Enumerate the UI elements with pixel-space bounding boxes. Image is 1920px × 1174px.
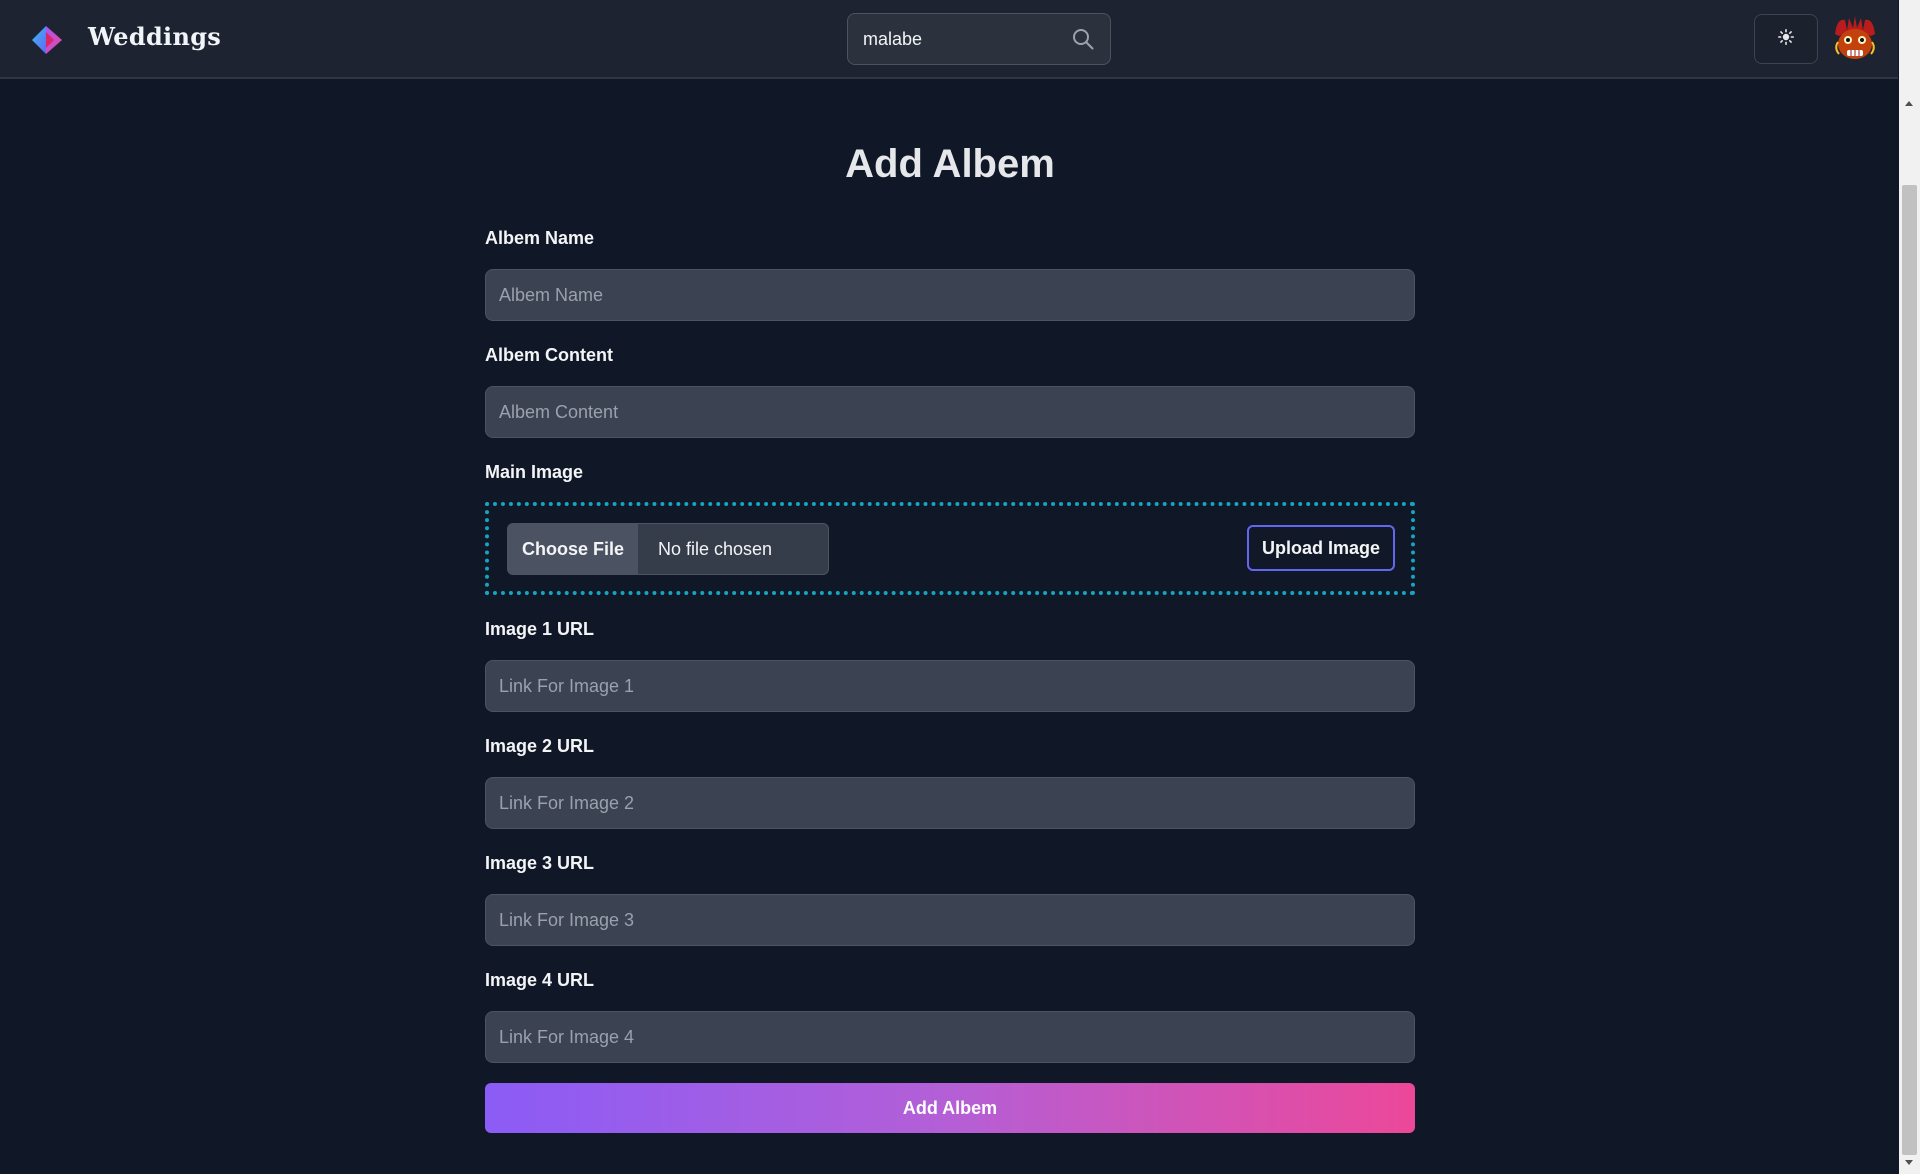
upload-image-button[interactable]: Upload Image xyxy=(1247,525,1395,571)
albem-content-label: Albem Content xyxy=(485,345,613,365)
search-input[interactable] xyxy=(849,15,1059,63)
albem-name-label: Albem Name xyxy=(485,228,595,248)
top-navbar: Weddings xyxy=(0,0,1898,79)
image-3-url-label: Image 3 URL xyxy=(485,853,595,873)
file-status-text: No file chosen xyxy=(658,538,773,559)
image-1-url-input[interactable] xyxy=(485,660,1415,712)
search-box[interactable] xyxy=(847,13,1111,65)
page-title: Add Albem xyxy=(845,142,1055,186)
file-picker[interactable]: Choose File No file chosen xyxy=(507,523,829,575)
scrollbar-thumb[interactable] xyxy=(1902,185,1917,1155)
image-2-url-label: Image 2 URL xyxy=(485,736,595,756)
page-scrollbar[interactable] xyxy=(1899,0,1920,1174)
main-image-upload-zone: Choose File No file chosen Upload Image xyxy=(485,502,1415,595)
add-albem-button[interactable]: Add Albem xyxy=(485,1083,1415,1133)
image-2-url-input[interactable] xyxy=(485,777,1415,829)
albem-content-input[interactable] xyxy=(485,386,1415,438)
albem-name-input[interactable] xyxy=(485,269,1415,321)
search-icon[interactable] xyxy=(1072,28,1094,50)
image-1-url-label: Image 1 URL xyxy=(485,619,595,639)
image-4-url-input[interactable] xyxy=(485,1011,1415,1063)
main-image-label: Main Image xyxy=(485,462,584,482)
brand-logo-icon[interactable] xyxy=(26,18,68,60)
avatar[interactable] xyxy=(1831,14,1879,64)
sun-icon xyxy=(1778,28,1794,50)
brand-name[interactable]: Weddings xyxy=(88,22,221,51)
theme-toggle-button[interactable] xyxy=(1754,14,1818,64)
image-3-url-input[interactable] xyxy=(485,894,1415,946)
scroll-down-icon[interactable] xyxy=(1905,1160,1913,1165)
choose-file-button[interactable]: Choose File xyxy=(508,524,638,574)
scroll-up-icon[interactable] xyxy=(1905,101,1913,106)
image-4-url-label: Image 4 URL xyxy=(485,970,595,990)
